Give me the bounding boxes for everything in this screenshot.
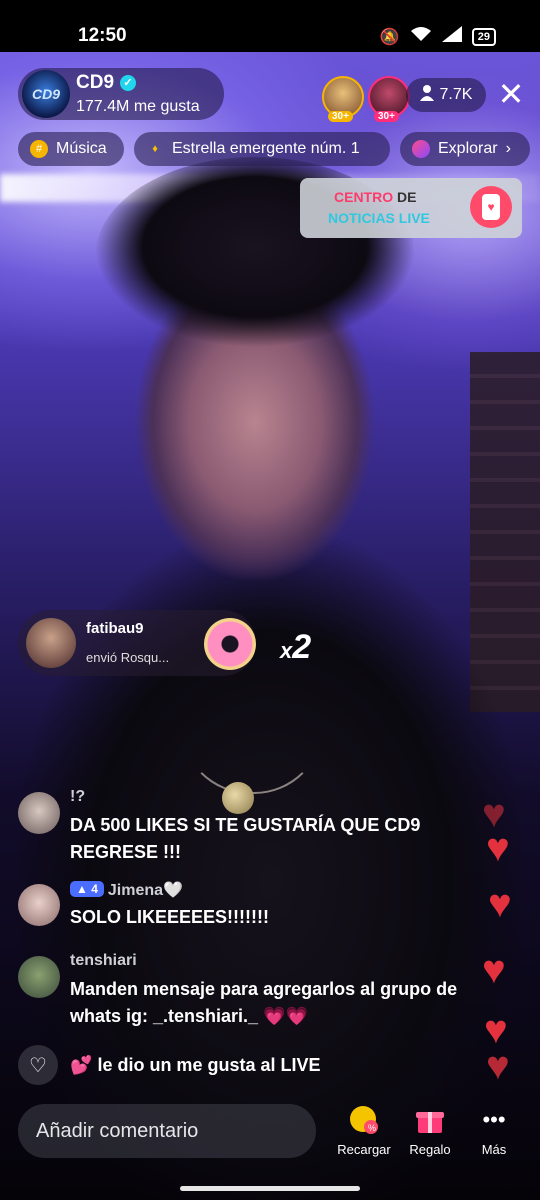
gift-notification[interactable]: fatibau9 envió Rosqu... x2	[18, 610, 311, 676]
mute-icon: 🔕	[379, 28, 400, 46]
comment-text: DA 500 LIKES SI TE GUSTARÍA QUE CD9 REGR…	[70, 815, 421, 862]
chip-rising-star[interactable]: ♦ Estrella emergente núm. 1	[134, 132, 390, 166]
level-number: 4	[91, 882, 98, 896]
viewer-count-button[interactable]: 7.7K	[406, 78, 486, 112]
chip-music[interactable]: # Música	[18, 132, 124, 166]
home-indicator[interactable]	[180, 1186, 360, 1191]
top-viewers[interactable]: 30+ 30+	[322, 76, 410, 122]
recharge-button[interactable]: % Recargar	[332, 1104, 396, 1157]
host-name: CD9	[76, 72, 115, 93]
recharge-label: Recargar	[337, 1142, 391, 1157]
more-button[interactable]: ••• Más	[462, 1104, 526, 1157]
status-bar: 12:50 🔕 29	[0, 0, 540, 52]
battery-icon: 29	[471, 27, 496, 46]
chevron-right-icon: ›	[505, 140, 511, 157]
verified-icon: ✓	[120, 75, 137, 91]
host-card[interactable]: CD9 CD9 ✓ 177.4M me gusta	[18, 68, 224, 120]
gift-box-icon	[414, 1104, 446, 1136]
phone-heart-icon: ♥	[470, 186, 512, 228]
chip-label: Música	[56, 140, 107, 157]
viewer-rank-badge: 30+	[328, 111, 353, 122]
gift-multiplier-count: 2	[292, 628, 312, 666]
commenter-username[interactable]: tenshiari	[70, 952, 137, 970]
news-title-rest: DE	[393, 189, 417, 205]
floating-heart-icon: ♥	[488, 882, 512, 926]
floating-heart-icon: ♥	[486, 826, 510, 870]
news-title-line1: CENTRO DE	[334, 189, 416, 205]
host-likes: 177.4M me gusta	[76, 98, 200, 115]
commenter-username[interactable]: !?	[70, 788, 85, 806]
gifter-avatar[interactable]	[26, 618, 76, 668]
svg-text:%: %	[368, 1123, 376, 1133]
top-viewer-avatar[interactable]: 30+	[368, 76, 410, 122]
status-icons: 🔕 29	[380, 26, 496, 47]
planet-icon	[412, 140, 430, 158]
person-icon	[419, 84, 434, 106]
heart-outline-icon: ♡	[29, 1054, 47, 1077]
news-title-highlight: CENTRO	[334, 189, 394, 205]
system-message-text: le dio un me gusta al LIVE	[97, 1054, 321, 1075]
commenter-avatar[interactable]	[18, 792, 60, 834]
flame-icon: ♦	[152, 143, 158, 155]
like-button[interactable]: ♡	[18, 1045, 58, 1085]
top-viewer-avatar[interactable]: 30+	[322, 76, 364, 122]
gift-multiplier: x2	[280, 628, 311, 667]
wifi-icon	[410, 26, 432, 47]
comment-text: SOLO LIKEEEEES!!!!!!!	[70, 907, 269, 927]
gift-multiplier-x: x	[280, 638, 293, 663]
comment-text: Manden mensaje para agregarlos al grupo …	[70, 979, 458, 1026]
chip-explore[interactable]: Explorar ›	[400, 132, 530, 166]
system-message-emoji: 💕	[70, 1054, 93, 1075]
viewer-rank-badge: 30+	[374, 111, 399, 122]
floating-heart-icon: ♥	[482, 948, 506, 992]
coin-icon: %	[348, 1104, 380, 1136]
commenter-name-row: ▲ 4 Jimena🤍	[70, 880, 183, 900]
like-system-message: ♡ 💕 le dio un me gusta al LIVE	[18, 1044, 320, 1086]
level-badge: ▲ 4	[70, 881, 104, 897]
signal-icon	[441, 26, 462, 47]
host-name-row: CD9 ✓	[76, 72, 137, 94]
commenter-avatar[interactable]	[18, 884, 60, 926]
chip-label: Explorar	[438, 140, 498, 157]
comment-input[interactable]: Añadir comentario	[18, 1104, 316, 1158]
gift-button[interactable]: Regalo	[398, 1104, 462, 1157]
more-dots-icon: •••	[482, 1107, 506, 1132]
close-icon: ✕	[497, 76, 525, 112]
close-button[interactable]: ✕	[496, 78, 526, 110]
status-time: 12:50	[78, 25, 127, 46]
comment-item[interactable]: !? DA 500 LIKES SI TE GUSTARÍA QUE CD9 R…	[18, 788, 458, 868]
chip-label: Estrella emergente núm. 1	[172, 140, 360, 157]
news-title-line2: NOTICIAS LIVE	[328, 210, 430, 226]
viewer-count: 7.7K	[439, 86, 473, 103]
gifter-username: fatibau9	[86, 620, 144, 637]
floating-heart-icon: ♥	[486, 1044, 510, 1088]
music-icon: #	[30, 140, 48, 158]
comment-item[interactable]: ▲ 4 Jimena🤍 SOLO LIKEEEEES!!!!!!!	[18, 880, 458, 932]
commenter-username[interactable]: Jimena🤍	[108, 882, 183, 899]
comment-item[interactable]: tenshiari Manden mensaje para agregarlos…	[18, 952, 458, 1032]
gift-text: envió Rosqu...	[86, 650, 170, 665]
more-label: Más	[481, 1142, 507, 1157]
live-news-banner[interactable]: CENTRO DE NOTICIAS LIVE ♥	[300, 178, 522, 238]
donut-gift-icon	[204, 618, 256, 670]
host-avatar[interactable]: CD9	[22, 70, 70, 118]
gift-label: Regalo	[409, 1142, 451, 1157]
system-message: 💕 le dio un me gusta al LIVE	[70, 1055, 320, 1076]
commenter-avatar[interactable]	[18, 956, 60, 998]
